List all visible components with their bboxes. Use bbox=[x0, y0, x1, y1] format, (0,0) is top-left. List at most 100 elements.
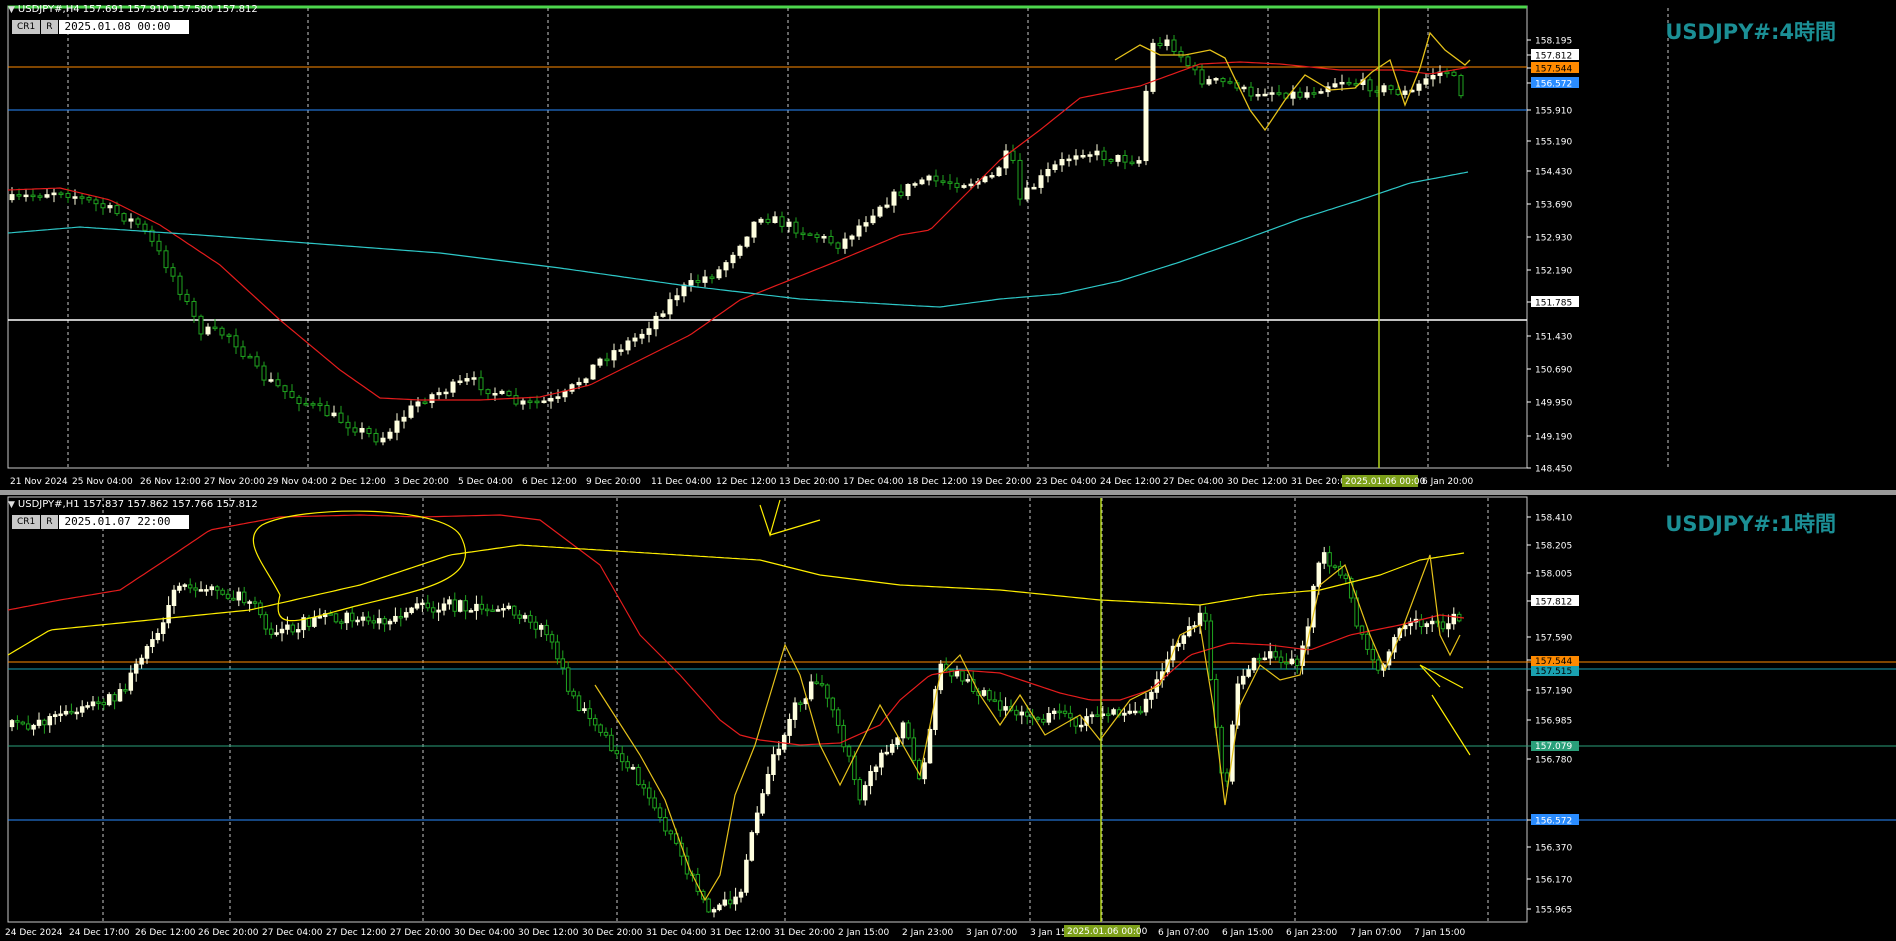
h1-candle bbox=[787, 718, 792, 736]
h4-candle bbox=[1059, 159, 1065, 166]
h1-chart-canvas[interactable]: 158.410158.205158.005157.812157.590157.3… bbox=[0, 495, 1896, 941]
h4-candle bbox=[681, 284, 687, 297]
h1-candle bbox=[9, 720, 15, 728]
h1-candle bbox=[722, 899, 728, 906]
h4-time-label: 12 Dec 12:00 bbox=[716, 477, 777, 487]
h1-candle bbox=[636, 766, 641, 786]
h1-price-label: 156.985 bbox=[1535, 717, 1572, 727]
h4-candle bbox=[464, 378, 470, 382]
h1-price-label: 156.780 bbox=[1535, 756, 1572, 766]
h4-time-label: 23 Dec 04:00 bbox=[1036, 477, 1097, 487]
h4-candle bbox=[366, 427, 372, 434]
h4-candle bbox=[93, 199, 99, 205]
h1-candle bbox=[1343, 574, 1349, 580]
h4-candle bbox=[394, 420, 400, 433]
r-button[interactable]: R bbox=[41, 20, 58, 34]
h4-chart-canvas[interactable]: 158.195 157.812 157.544 156.572 155.910 155.1… bbox=[0, 0, 1896, 490]
h4-candle bbox=[933, 175, 939, 182]
h1-time-label: 3 Jan 15 bbox=[1030, 928, 1067, 938]
h4-candle bbox=[471, 377, 477, 380]
h1-candle bbox=[576, 695, 582, 712]
h4-candle bbox=[1073, 155, 1079, 160]
h1-time-label: 30 Dec 12:00 bbox=[518, 928, 579, 938]
h1-candle bbox=[819, 683, 825, 686]
h4-candle bbox=[1381, 85, 1387, 93]
h4-candle bbox=[1262, 93, 1268, 97]
h4-candle bbox=[121, 213, 127, 222]
h1-candle bbox=[187, 584, 193, 589]
h4-candle bbox=[219, 327, 225, 336]
h1-candle bbox=[754, 812, 760, 834]
h4-chart-pane[interactable]: 158.195 157.812 157.544 156.572 155.910 155.1… bbox=[0, 0, 1896, 490]
cr1-button[interactable]: CR1 bbox=[12, 515, 41, 529]
cr1-button[interactable]: CR1 bbox=[12, 20, 41, 34]
h4-candle bbox=[44, 194, 50, 198]
r-button[interactable]: R bbox=[41, 515, 58, 529]
h4-candle bbox=[597, 358, 603, 366]
h4-time-label: 5 Dec 04:00 bbox=[458, 477, 513, 487]
h1-candle bbox=[587, 708, 593, 720]
h1-time-label: 6 Jan 07:00 bbox=[1158, 928, 1210, 938]
h4-candle bbox=[352, 427, 358, 433]
h4-candle bbox=[135, 218, 141, 225]
h4-candle bbox=[1213, 78, 1219, 81]
h1-candle bbox=[733, 896, 738, 905]
h4-candle bbox=[758, 218, 764, 223]
h4-candle bbox=[450, 381, 456, 393]
h1-candle bbox=[209, 586, 215, 591]
h1-candle bbox=[193, 587, 198, 591]
h1-candle bbox=[1446, 623, 1451, 630]
h4-candle bbox=[800, 232, 806, 236]
h1-time-label: 31 Dec 04:00 bbox=[646, 928, 707, 938]
h1-chart-pane[interactable]: 158.410158.205158.005157.812157.590157.3… bbox=[0, 495, 1896, 941]
h4-price-label: 155.910 bbox=[1535, 107, 1572, 117]
h1-candle bbox=[468, 610, 474, 613]
collapse-arrow-icon[interactable]: ▼ bbox=[8, 500, 15, 510]
h1-candle bbox=[31, 724, 36, 730]
h4-candle bbox=[1444, 71, 1450, 75]
h4-candle bbox=[226, 334, 232, 337]
h1-candle bbox=[879, 752, 884, 768]
h4-candle bbox=[1304, 92, 1310, 98]
collapse-arrow-icon[interactable]: ▼ bbox=[8, 5, 15, 15]
h1-candle bbox=[603, 731, 609, 736]
h4-candle bbox=[1199, 69, 1205, 85]
h4-candle bbox=[1297, 91, 1303, 98]
h4-time-label: 21 Nov 2024 bbox=[10, 477, 68, 487]
h1-candle bbox=[1132, 710, 1138, 714]
h1-candle bbox=[441, 603, 447, 611]
h1-candle bbox=[614, 750, 620, 755]
h4-candle bbox=[191, 301, 197, 317]
h1-candle bbox=[144, 646, 150, 659]
h1-candle bbox=[771, 754, 776, 775]
h1-candle bbox=[657, 807, 663, 818]
h4-candle bbox=[1003, 150, 1009, 169]
h1-candle bbox=[101, 701, 107, 706]
h4-vline-tag: 2025.01.06 00:00 bbox=[1345, 477, 1426, 487]
h1-candle bbox=[609, 734, 614, 752]
h4-candle bbox=[289, 391, 295, 398]
h1-candle bbox=[1019, 711, 1025, 716]
h1-candle bbox=[241, 591, 247, 604]
h4-candle bbox=[1115, 154, 1121, 162]
h4-candle bbox=[100, 203, 106, 209]
h1-price-label: 157.190 bbox=[1535, 687, 1572, 697]
h4-time-label: 30 Dec 12:00 bbox=[1227, 477, 1288, 487]
h1-candle bbox=[430, 607, 436, 613]
h1-candle bbox=[571, 690, 576, 697]
h1-candle bbox=[1046, 712, 1052, 723]
h4-candle bbox=[1122, 154, 1128, 163]
h1-candle bbox=[290, 624, 296, 633]
h1-candle bbox=[285, 624, 290, 630]
h4-candle bbox=[646, 328, 652, 335]
h1-candle bbox=[457, 600, 463, 612]
h1-candle bbox=[317, 616, 323, 619]
h1-candle bbox=[906, 722, 911, 739]
h1-candle bbox=[225, 593, 231, 599]
h4-ohlc-text: USDJPY#,H4 157.691 157.910 157.580 157.8… bbox=[17, 4, 258, 15]
h1-candle bbox=[1014, 709, 1019, 716]
h4-candle bbox=[128, 218, 134, 222]
h1-candle bbox=[20, 721, 26, 725]
h1-candle bbox=[857, 779, 863, 801]
h4-candle bbox=[184, 293, 190, 303]
